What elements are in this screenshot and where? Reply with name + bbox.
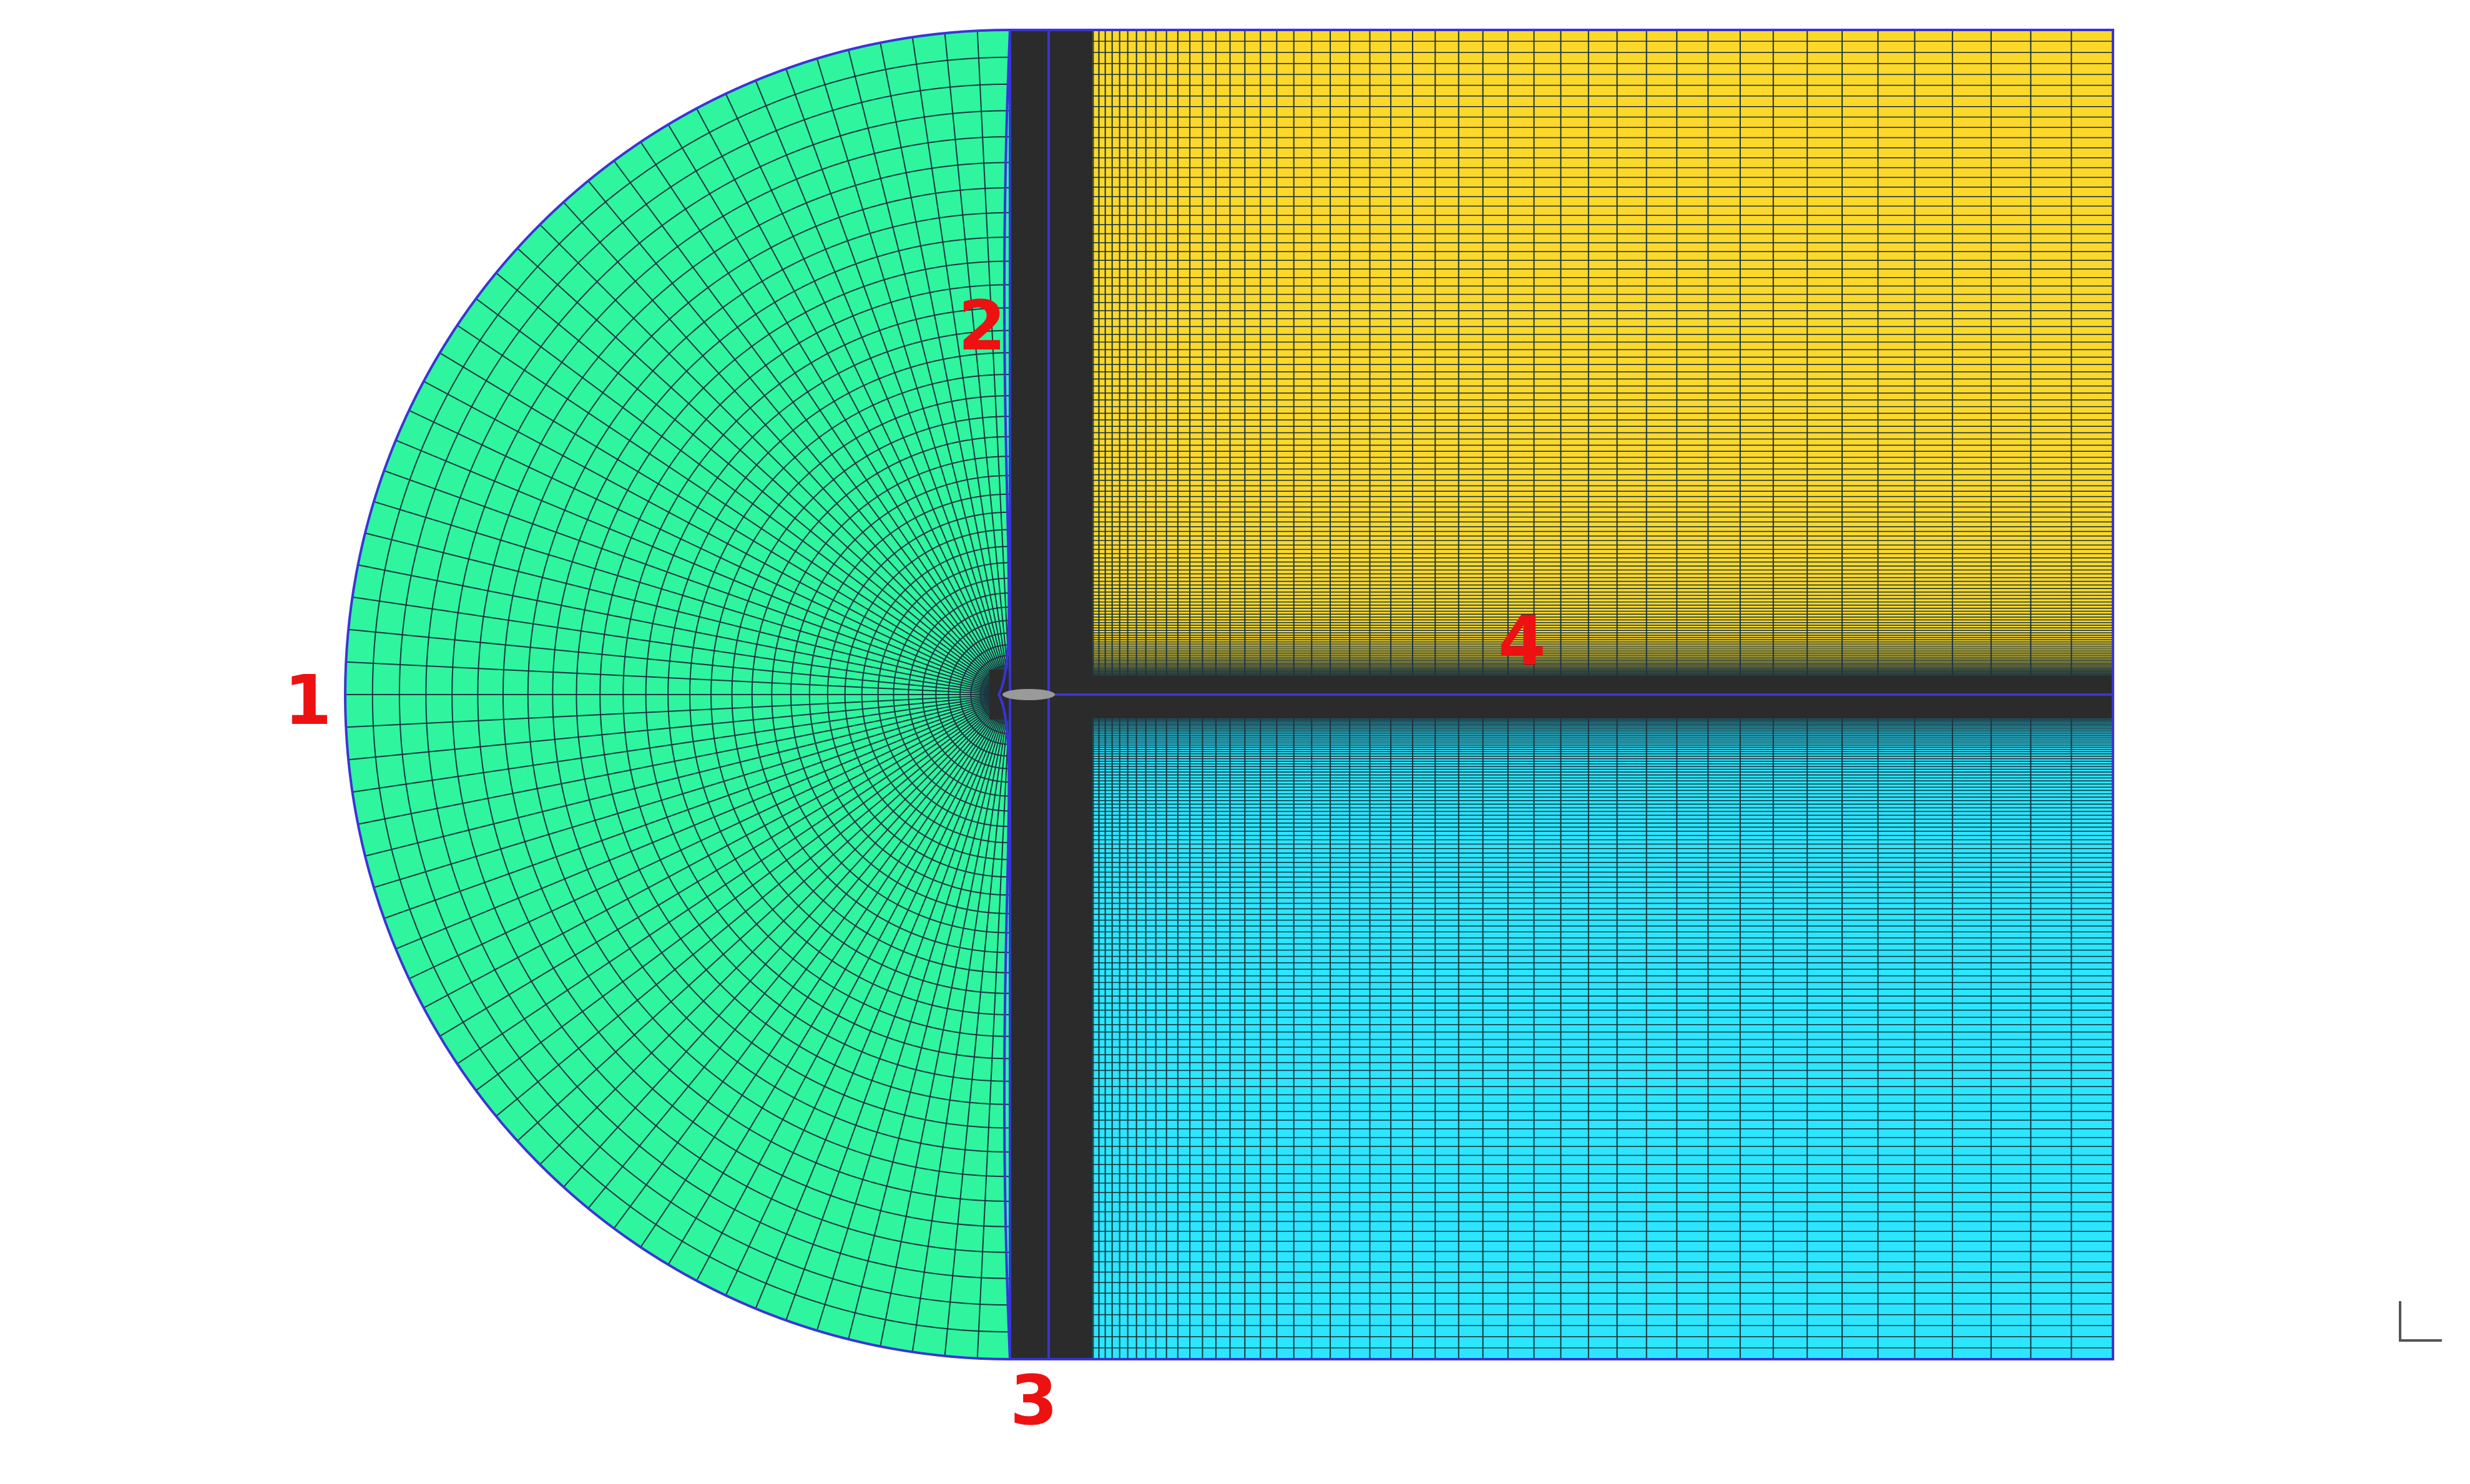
corner-axis-mark bbox=[2399, 1301, 2442, 1342]
label-bottom-boundary: 3 bbox=[1010, 1360, 1058, 1440]
label-top-boundary: 2 bbox=[958, 286, 1006, 366]
region-fill bbox=[1049, 30, 2113, 686]
c-grid-region bbox=[345, 29, 1010, 1360]
wake-dense-band bbox=[1049, 676, 2113, 718]
mesh-canvas: 1 2 3 4 bbox=[284, 29, 2442, 1440]
lower-wake-region bbox=[1049, 703, 2114, 1360]
region-fill bbox=[1049, 703, 2113, 1359]
upper-wake-region bbox=[1049, 29, 2114, 686]
label-wake-line: 4 bbox=[1498, 601, 1546, 681]
airfoil-shape bbox=[1002, 689, 1055, 700]
label-far-field: 1 bbox=[284, 660, 332, 740]
